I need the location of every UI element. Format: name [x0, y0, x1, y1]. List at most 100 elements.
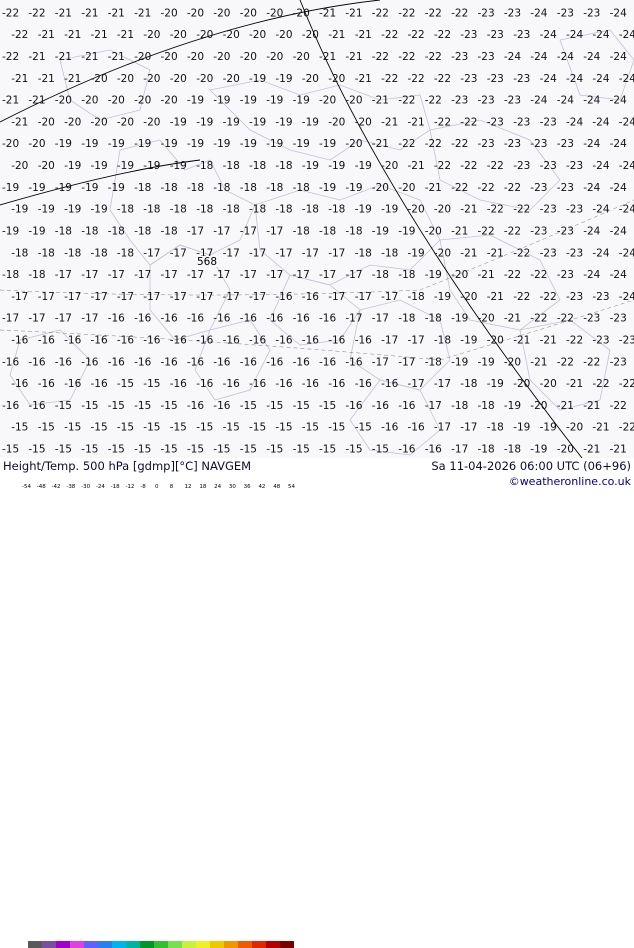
- temperature-value: -22: [425, 138, 442, 150]
- temperature-value: -18: [478, 400, 495, 412]
- temperature-value: -19: [275, 116, 292, 128]
- temperature-value: -19: [240, 138, 257, 150]
- temperature-value: -15: [11, 422, 28, 434]
- temperature-value: -23: [540, 116, 557, 128]
- temperature-value: -24: [610, 51, 627, 63]
- temperature-value: -24: [610, 226, 627, 238]
- temperature-value: -18: [355, 247, 372, 259]
- temperature-value: -19: [293, 95, 310, 107]
- temperature-value: -15: [319, 400, 336, 412]
- map-canvas: -22 -22 -21 -21 -21 -21 -20 -20 -20 -20 -20 -20 -21-…: [0, 0, 634, 458]
- temperature-value: -24: [583, 226, 600, 238]
- temperature-value: -19: [91, 204, 108, 216]
- temperature-value: -17: [293, 269, 310, 281]
- temperature-value: -21: [557, 400, 574, 412]
- temperature-value: -18: [134, 226, 151, 238]
- temperature-value: -22: [434, 160, 451, 172]
- temperature-value: -16: [275, 291, 292, 303]
- temperature-value: -23: [530, 226, 547, 238]
- temperature-value: -15: [117, 422, 134, 434]
- temperature-value: -23: [557, 182, 574, 194]
- temperature-value: -22: [398, 7, 415, 19]
- temperature-value: -24: [592, 116, 609, 128]
- temperature-value: -15: [117, 378, 134, 390]
- temperature-value: -17: [117, 291, 134, 303]
- temperature-value: -22: [504, 269, 521, 281]
- temperature-value: -17: [213, 269, 230, 281]
- temperature-value: -20: [319, 95, 336, 107]
- temperature-value: -22: [478, 226, 495, 238]
- colorbar-tick: -48: [36, 484, 46, 490]
- temperature-value: -20: [223, 29, 240, 41]
- temperature-value: -20: [302, 73, 319, 85]
- temperature-value: -22: [540, 291, 557, 303]
- colorbar-tick: 54: [288, 484, 295, 490]
- temperature-value: -24: [619, 73, 634, 85]
- temperature-value: -22: [619, 378, 634, 390]
- temperature-value: -19: [460, 335, 477, 347]
- temperature-value: -20: [302, 29, 319, 41]
- temperature-value: -16: [55, 356, 72, 368]
- temperature-value: -22: [504, 182, 521, 194]
- colorbar-tick: 0: [155, 484, 159, 490]
- temperature-value: -24: [557, 51, 574, 63]
- temperature-value: -15: [328, 422, 345, 434]
- temperature-value: -16: [240, 313, 257, 325]
- temperature-value: -15: [108, 444, 125, 456]
- temperature-value: -18: [487, 422, 504, 434]
- temperature-value: -18: [11, 247, 28, 259]
- colorbar-tick: -38: [66, 484, 76, 490]
- temperature-value: -20: [91, 116, 108, 128]
- temperature-value: -19: [372, 226, 389, 238]
- temperature-value: -22: [425, 51, 442, 63]
- temperature-value: -23: [530, 138, 547, 150]
- temperature-value: -18: [161, 182, 178, 194]
- temperature-value: -24: [583, 138, 600, 150]
- temperature-value: -16: [213, 400, 230, 412]
- temperature-value: -20: [117, 116, 134, 128]
- temperature-value: -23: [513, 116, 530, 128]
- temperature-value: -17: [213, 226, 230, 238]
- temperature-value: -15: [143, 422, 160, 434]
- temperature-value: -16: [161, 313, 178, 325]
- temperature-value: -17: [81, 269, 98, 281]
- temperature-value: -20: [398, 182, 415, 194]
- colorbar-segment: [280, 941, 294, 948]
- temperature-value: -19: [530, 444, 547, 456]
- temperature-value: -15: [91, 422, 108, 434]
- temperature-value: -20: [275, 29, 292, 41]
- temperature-value: -23: [513, 73, 530, 85]
- temperature-value: -18: [504, 444, 521, 456]
- geopotential-contour-marker: 568: [196, 256, 218, 268]
- temperature-value: -18: [460, 378, 477, 390]
- source-credit[interactable]: ©weatheronline.co.uk: [509, 475, 631, 488]
- temperature-value: -18: [319, 226, 336, 238]
- temperature-value: -18: [117, 204, 134, 216]
- temperature-value: -15: [302, 422, 319, 434]
- temperature-value: -16: [28, 356, 45, 368]
- temperature-value: -24: [530, 7, 547, 19]
- temperature-value: -15: [161, 400, 178, 412]
- temperature-value: -23: [557, 269, 574, 281]
- temperature-value: -23: [513, 160, 530, 172]
- temperature-value: -19: [240, 95, 257, 107]
- temperature-value: -22: [2, 7, 19, 19]
- temperature-value: -19: [223, 116, 240, 128]
- colorbar-tick: -30: [81, 484, 91, 490]
- temperature-value: -16: [293, 313, 310, 325]
- temperature-value: -24: [610, 182, 627, 194]
- temperature-value: -19: [2, 182, 19, 194]
- temperature-value: -17: [170, 247, 187, 259]
- temperature-value: -16: [302, 378, 319, 390]
- colorbar-segment: [210, 941, 225, 948]
- temperature-value: -16: [345, 400, 362, 412]
- temperature-value: -20: [372, 182, 389, 194]
- temperature-value: -19: [196, 116, 213, 128]
- temperature-value: -21: [319, 7, 336, 19]
- temperature-value: -15: [345, 444, 362, 456]
- temperature-value: -21: [610, 444, 627, 456]
- temperature-value: -24: [540, 29, 557, 41]
- temperature-value: -21: [38, 29, 55, 41]
- temperature-value: -22: [557, 356, 574, 368]
- temperature-value: -17: [372, 313, 389, 325]
